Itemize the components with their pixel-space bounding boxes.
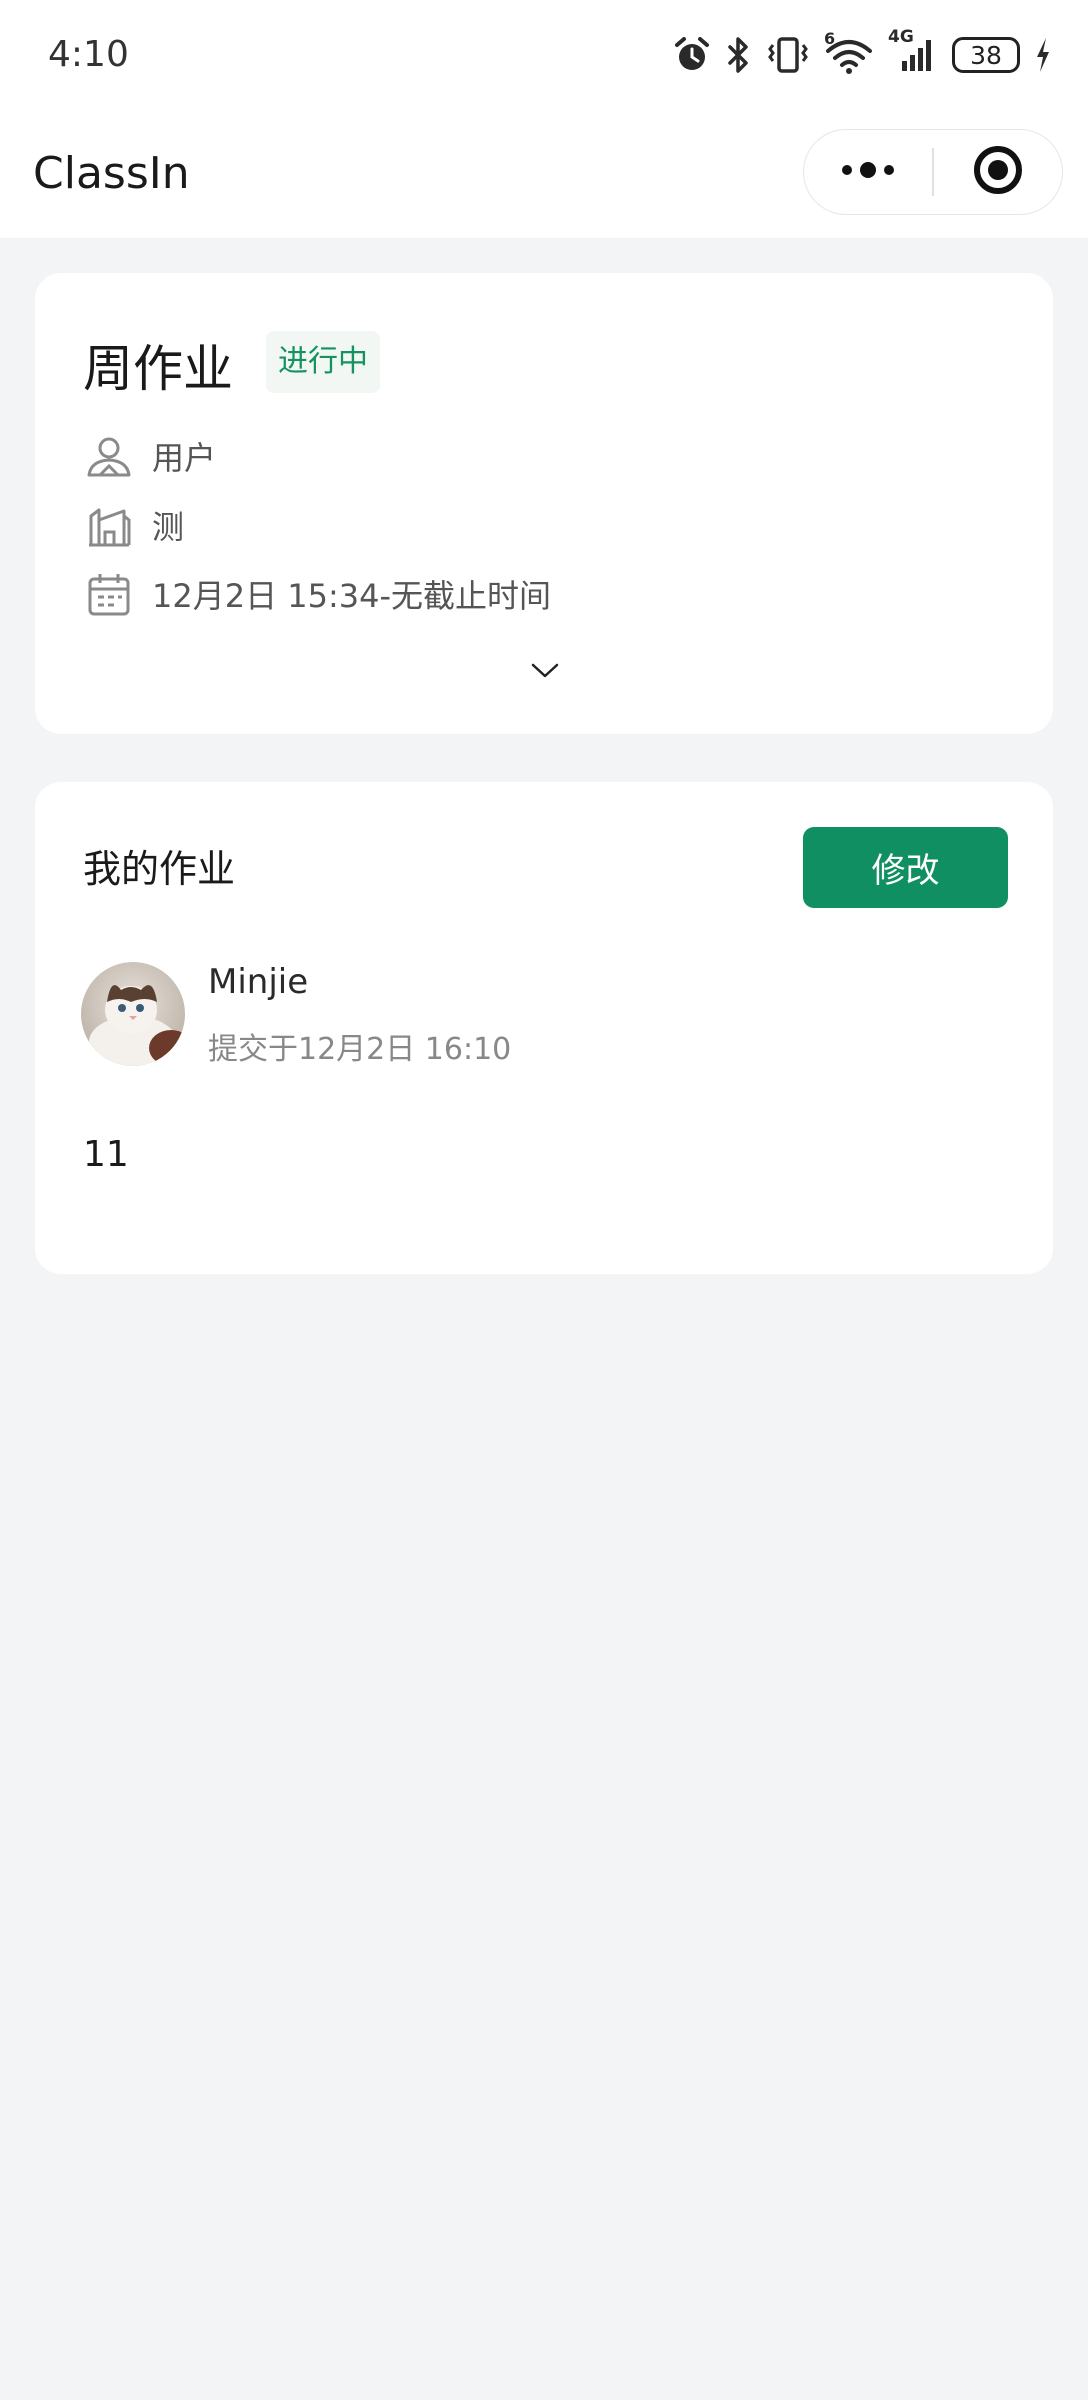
my-work-title: 我的作业 — [83, 847, 236, 891]
avatar — [81, 962, 185, 1066]
close-button[interactable] — [934, 130, 1061, 213]
wifi-icon: 6 — [824, 29, 874, 75]
battery-icon: 38 — [952, 37, 1020, 73]
my-work-card: 我的作业 修改 Minjie 提交于12月2日 16:10 11 — [35, 782, 1053, 1274]
author-name: 用户 — [152, 439, 217, 477]
edit-button[interactable]: 修改 — [803, 827, 1008, 908]
signal-icon: 4G — [888, 27, 938, 75]
expand-button[interactable] — [515, 653, 575, 693]
assignment-title: 周作业 — [83, 340, 233, 398]
charging-icon — [1034, 35, 1052, 75]
time-row: 12月2日 15:34-无截止时间 — [86, 569, 551, 619]
mini-program-capsule — [803, 129, 1063, 215]
nav-bar: ClassIn — [0, 110, 1088, 238]
user-icon — [86, 433, 132, 479]
alarm-icon — [672, 35, 712, 75]
class-row: 测 — [86, 500, 184, 550]
status-time: 4:10 — [48, 34, 129, 75]
status-bar: 4:10 6 4G 38 — [0, 0, 1088, 110]
time-range: 12月2日 15:34-无截止时间 — [152, 577, 552, 615]
submission-time: 提交于12月2日 16:10 — [208, 1032, 512, 1067]
status-icons: 6 4G 38 — [672, 27, 1052, 80]
more-button[interactable] — [804, 130, 932, 213]
status-badge: 进行中 — [266, 331, 380, 393]
calendar-icon — [86, 571, 132, 617]
assignment-card: 周作业 进行中 用户 测 12月2日 15:34-无截止时间 — [35, 273, 1053, 734]
app-title: ClassIn — [33, 148, 190, 199]
close-mini-program-icon — [972, 144, 1024, 200]
building-icon — [86, 502, 132, 548]
wifi-badge: 6 — [824, 29, 836, 48]
chevron-down-icon — [530, 662, 560, 684]
author-row: 用户 — [86, 431, 216, 481]
class-name: 测 — [152, 508, 185, 546]
vibrate-icon — [766, 35, 810, 75]
more-icon — [840, 160, 896, 184]
submitter-name: Minjie — [208, 962, 309, 1002]
network-label: 4G — [888, 27, 914, 47]
bluetooth-icon — [726, 35, 752, 75]
homework-content: 11 — [83, 1134, 129, 1175]
